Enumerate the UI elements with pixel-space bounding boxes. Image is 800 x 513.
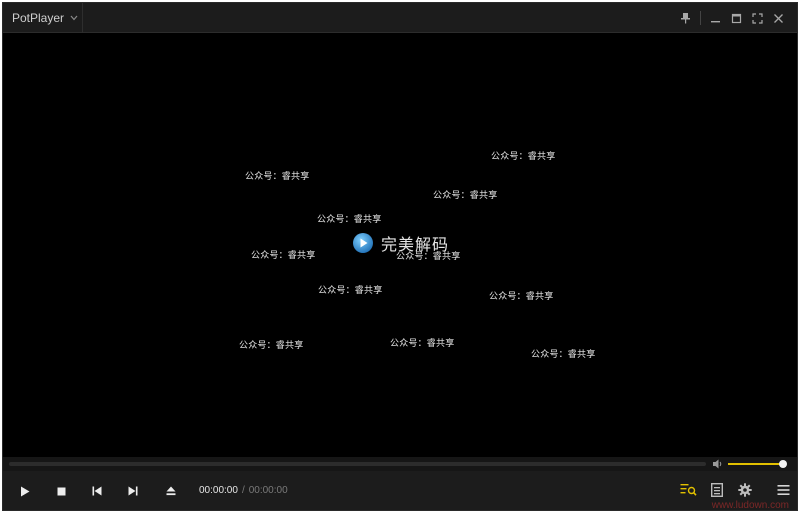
main-menu-button[interactable] <box>774 481 792 499</box>
hamburger-menu-icon <box>777 485 789 495</box>
decoder-logo-icon <box>353 233 373 253</box>
decoder-logo: 完美解码 <box>352 231 449 255</box>
play-icon <box>21 486 30 496</box>
next-icon <box>128 486 138 496</box>
app-title: PotPlayer <box>12 11 65 25</box>
watermark-text: 公众号：睿共享 <box>531 350 596 360</box>
window-controls <box>675 3 789 33</box>
playlist-search-icon <box>680 484 697 496</box>
stop-button[interactable] <box>52 482 70 500</box>
maximize-icon[interactable] <box>726 6 747 30</box>
watermark-text: 公众号：睿共享 <box>317 215 382 225</box>
watermark-text: 公众号：睿共享 <box>433 191 498 201</box>
eject-button[interactable] <box>162 482 180 500</box>
playlist-search-button[interactable] <box>679 481 697 499</box>
watermark-text: 公众号：睿共享 <box>489 292 554 302</box>
pin-icon[interactable] <box>675 6 696 30</box>
control-bar: 00:00:00/00:00:00 www.ludown.com <box>3 471 797 511</box>
title-bar: PotPlayer <box>3 3 797 33</box>
stop-icon <box>57 487 65 495</box>
site-credit: www.ludown.com <box>711 500 789 511</box>
chapter-list-icon <box>711 483 723 497</box>
total-time: 00:00:00 <box>248 485 288 496</box>
time-separator: / <box>241 485 245 496</box>
watermark-text: 公众号：睿共享 <box>318 286 383 296</box>
settings-button[interactable] <box>736 481 754 499</box>
potplayer-window: PotPlayer 公众号：睿共享 公众号：睿共享 公众号：睿共享 公众号：睿共… <box>2 2 798 511</box>
title-separator <box>700 11 701 25</box>
watermark-text: 公众号：睿共享 <box>491 152 556 162</box>
close-icon[interactable] <box>768 6 789 30</box>
chapter-list-button[interactable] <box>708 481 726 499</box>
app-menu-button[interactable]: PotPlayer <box>3 3 83 33</box>
speaker-icon[interactable] <box>712 458 724 470</box>
volume-slider[interactable] <box>728 460 788 468</box>
watermark-text: 公众号：睿共享 <box>251 251 316 261</box>
current-time: 00:00:00 <box>199 485 238 496</box>
next-button[interactable] <box>124 482 142 500</box>
gear-icon <box>738 483 752 497</box>
video-area[interactable]: 公众号：睿共享 公众号：睿共享 公众号：睿共享 公众号：睿共享 公众号：睿共享 … <box>3 33 797 457</box>
volume-knob[interactable] <box>779 460 788 468</box>
minimize-icon[interactable] <box>705 6 726 30</box>
fullscreen-icon[interactable] <box>747 6 768 30</box>
seek-row <box>3 457 797 471</box>
chevron-down-icon <box>70 13 78 23</box>
previous-icon <box>92 486 102 496</box>
previous-button[interactable] <box>88 482 106 500</box>
watermark-text: 公众号：睿共享 <box>239 341 304 351</box>
volume-level <box>728 463 784 465</box>
play-button[interactable] <box>16 482 34 500</box>
seek-bar[interactable] <box>9 462 706 466</box>
decoder-logo-text: 完美解码 <box>381 235 450 254</box>
watermark-text: 公众号：睿共享 <box>245 172 310 182</box>
watermark-text: 公众号：睿共享 <box>390 339 455 349</box>
time-display: 00:00:00/00:00:00 <box>199 485 288 496</box>
eject-icon <box>166 486 176 496</box>
